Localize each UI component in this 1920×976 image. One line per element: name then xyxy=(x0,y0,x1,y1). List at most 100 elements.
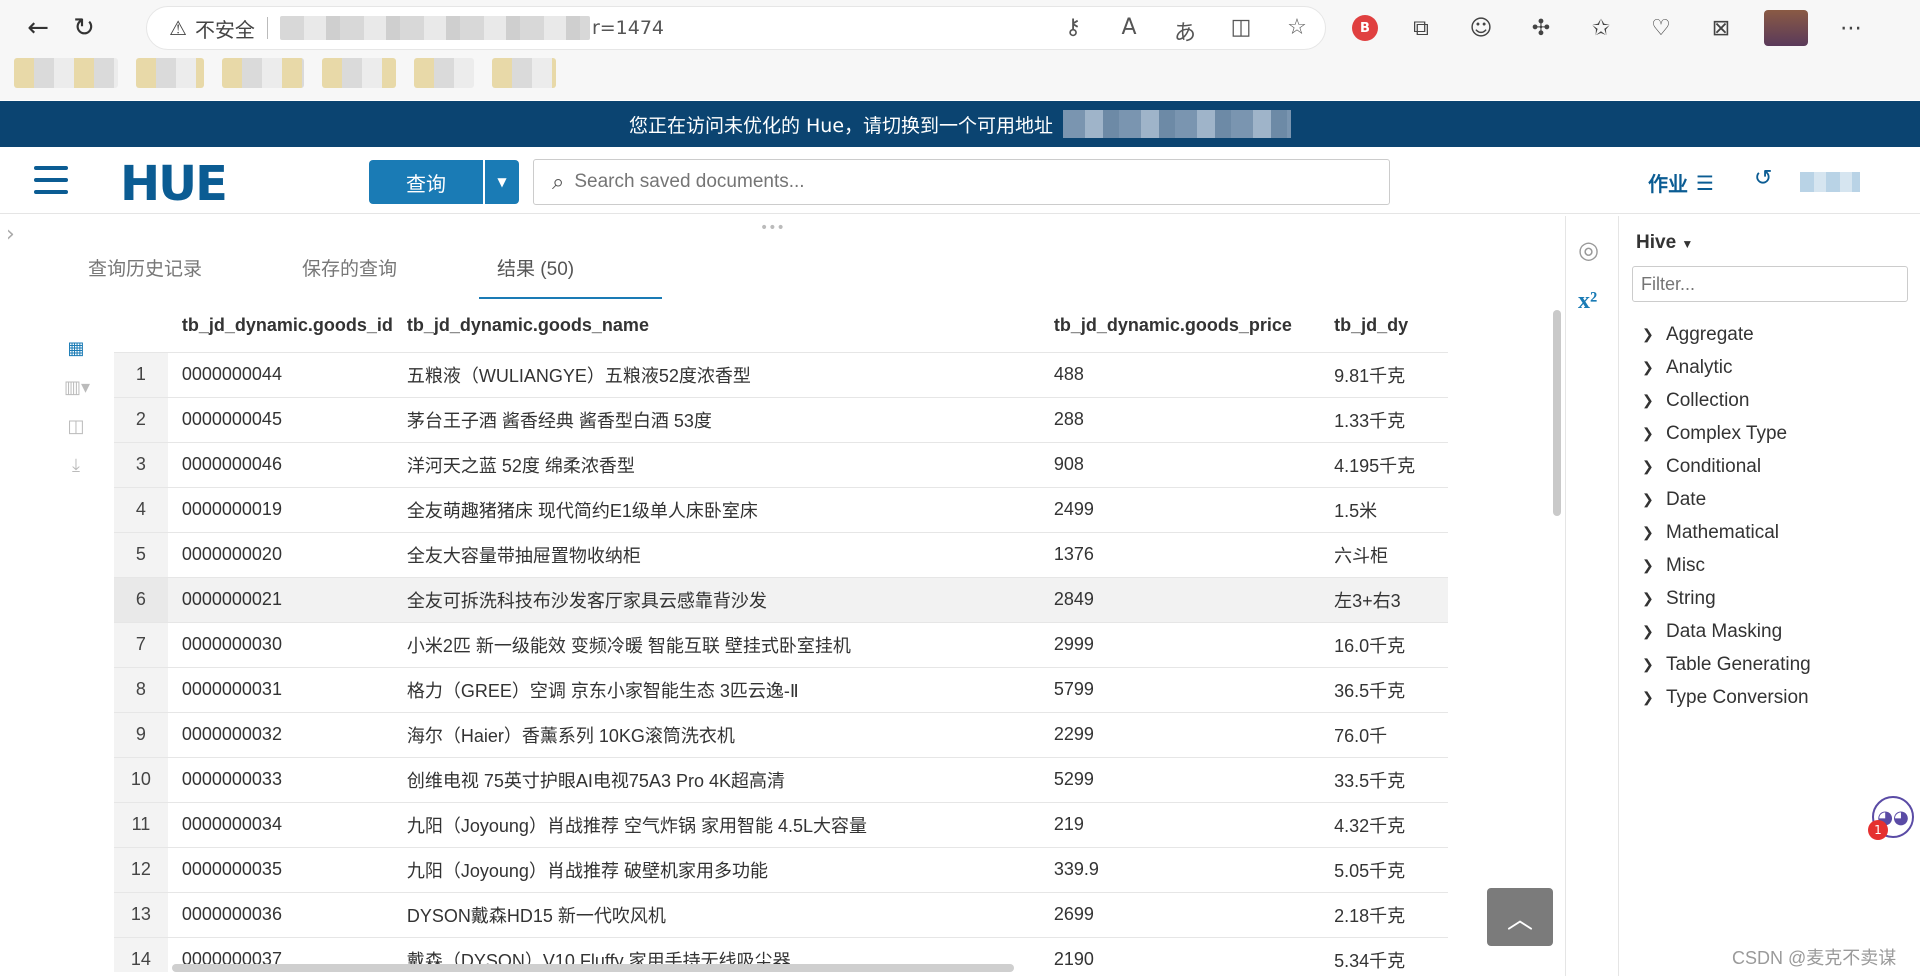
tab-saved-queries[interactable]: 保存的查询 xyxy=(284,240,415,299)
bookmarks-bar xyxy=(14,58,556,88)
tab-results[interactable]: 结果 (50) xyxy=(479,240,663,299)
jobs-button[interactable]: 作业 ☰ xyxy=(1648,168,1714,197)
profile-avatar[interactable] xyxy=(1764,10,1808,46)
function-category-item[interactable]: ❯ Analytic xyxy=(1642,351,1811,384)
function-category-item[interactable]: ❯ Data Masking xyxy=(1642,615,1811,648)
extensions-puzzle-icon[interactable]: ✣ xyxy=(1524,11,1558,45)
tab-query-history[interactable]: 查询历史记录 xyxy=(70,240,220,299)
column-header-goods-price[interactable]: tb_jd_dynamic.goods_price xyxy=(1040,300,1320,352)
table-row[interactable]: 6 0000000021 全友可拆洗科技布沙发客厅家具云感靠背沙发 2849 左3+右3 xyxy=(114,576,1448,622)
bookmark-item[interactable] xyxy=(322,58,396,88)
function-category-item[interactable]: ❯ Date xyxy=(1642,483,1811,516)
health-icon[interactable]: ♡ xyxy=(1644,11,1678,45)
table-row[interactable]: 9 0000000032 海尔（Haier）香薰系列 10KG滚筒洗衣机 2299 76… xyxy=(114,711,1448,757)
math-solver-icon[interactable]: ⊠ xyxy=(1704,11,1738,45)
chart-view-icon[interactable]: ▥▾ xyxy=(64,377,90,398)
table-row[interactable]: 13 0000000036 DYSON戴森HD15 新一代吹风机 2699 2.18千克 xyxy=(114,891,1448,937)
table-row[interactable]: 11 0000000034 九阳（Joyoung）肖战推荐 空气炸锅 家用智能 4.… xyxy=(114,801,1448,847)
bookmark-item[interactable] xyxy=(414,58,474,88)
goods-price-cell: 2849 xyxy=(1039,576,1321,622)
compass-icon[interactable]: ◎ xyxy=(1578,236,1599,264)
function-category-item[interactable]: ❯ Type Conversion xyxy=(1642,681,1811,714)
goods-price-cell: 2999 xyxy=(1039,621,1321,667)
goods-id-cell: 0000000035 xyxy=(167,846,393,892)
function-category-list: ❯ Aggregate ❯ Analytic ❯ Collection ❯ Complex T… xyxy=(1642,318,1811,714)
address-bar[interactable]: ⚠ 不安全 r=1474 ⚷ A あ ◫ ☆ xyxy=(146,6,1326,50)
left-panel-toggle-icon[interactable]: › xyxy=(6,222,15,247)
key-icon[interactable]: ⚷ xyxy=(1059,15,1087,47)
scroll-to-top-button[interactable]: ︿ xyxy=(1487,888,1553,946)
function-category-item[interactable]: ❯ Aggregate xyxy=(1642,318,1811,351)
goods-name-cell: 全友大容量带抽屉置物收纳柜 xyxy=(392,531,1040,577)
query-button[interactable]: 查询 xyxy=(369,160,483,204)
extension-face-icon[interactable]: ☺ xyxy=(1464,11,1498,45)
table-row[interactable]: 3 0000000046 洋河天之蓝 52度 绵柔浓香型 908 4.195千克 xyxy=(114,441,1448,487)
column-header-goods-name[interactable]: tb_jd_dynamic.goods_name xyxy=(393,300,1040,352)
function-category-label: Complex Type xyxy=(1666,422,1788,444)
bookmark-item[interactable] xyxy=(222,58,304,88)
function-category-item[interactable]: ❯ Table Generating xyxy=(1642,648,1811,681)
extension-red-icon[interactable]: B xyxy=(1352,15,1378,41)
table-row[interactable]: 5 0000000020 全友大容量带抽屉置物收纳柜 1376 六斗柜 xyxy=(114,531,1448,577)
grid-view-icon[interactable]: ▦ xyxy=(64,338,88,359)
bookmark-item[interactable] xyxy=(492,58,556,88)
goods-id-cell: 0000000021 xyxy=(167,576,393,622)
collections-icon[interactable]: ⧉ xyxy=(1404,11,1438,45)
truncated-cell: 5.34千克 xyxy=(1320,936,1448,972)
row-index: 11 xyxy=(114,801,168,847)
goods-price-cell: 908 xyxy=(1039,441,1321,487)
more-menu-icon[interactable]: ⋯ xyxy=(1834,11,1868,45)
favorites-icon[interactable]: ✩ xyxy=(1584,11,1618,45)
goods-id-cell: 0000000044 xyxy=(167,351,393,397)
column-header-goods-id[interactable]: tb_jd_dynamic.goods_id xyxy=(168,300,393,352)
row-index: 14 xyxy=(114,936,168,972)
column-header-truncated[interactable]: tb_jd_dy xyxy=(1320,300,1448,352)
translate-icon[interactable]: あ xyxy=(1171,15,1199,47)
hamburger-menu-icon[interactable] xyxy=(34,166,68,194)
refresh-icon[interactable]: ↻ xyxy=(66,10,102,46)
table-row[interactable]: 4 0000000019 全友萌趣猪猪床 现代简约E1级单人床卧室床 2499 1.5米 xyxy=(114,486,1448,532)
table-row[interactable]: 7 0000000030 小米2匹 新一级能效 变频冷暖 智能互联 壁挂式卧室挂机 2… xyxy=(114,621,1448,667)
read-aloud-icon[interactable]: A xyxy=(1115,15,1143,47)
resize-handle[interactable]: ••• xyxy=(760,220,785,236)
divider xyxy=(266,17,268,39)
goods-id-cell: 0000000031 xyxy=(167,666,393,712)
bookmark-item[interactable] xyxy=(136,58,204,88)
table-row[interactable]: 8 0000000031 格力（GREE）空调 京东小家智能生态 3匹云逸-Ⅱ 579… xyxy=(114,666,1448,712)
functions-icon[interactable]: x² xyxy=(1578,288,1597,315)
truncated-cell: 76.0千 xyxy=(1320,711,1448,757)
function-category-item[interactable]: ❯ Conditional xyxy=(1642,450,1811,483)
search-box[interactable]: ⌕ xyxy=(533,159,1390,205)
vertical-scrollbar[interactable] xyxy=(1553,310,1561,516)
user-menu[interactable] xyxy=(1800,172,1860,192)
horizontal-scrollbar[interactable] xyxy=(172,964,1014,972)
table-row[interactable]: 1 0000000044 五粮液（WULIANGYE）五粮液52度浓香型 488 9.8… xyxy=(114,351,1448,397)
table-row[interactable]: 10 0000000033 创维电视 75英寸护眼AI电视75A3 Pro 4K超高… xyxy=(114,756,1448,802)
goods-id-cell: 0000000030 xyxy=(167,621,393,667)
table-row[interactable]: 12 0000000035 九阳（Joyoung）肖战推荐 破壁机家用多功能 339.… xyxy=(114,846,1448,892)
split-screen-icon[interactable]: ◫ xyxy=(1227,15,1255,47)
function-category-item[interactable]: ❯ Misc xyxy=(1642,549,1811,582)
truncated-cell: 5.05千克 xyxy=(1320,846,1448,892)
columns-icon[interactable]: ◫ xyxy=(64,416,88,437)
chevron-right-icon: ❯ xyxy=(1642,392,1654,408)
blurred-address[interactable] xyxy=(1063,110,1292,138)
truncated-cell: 4.32千克 xyxy=(1320,801,1448,847)
history-icon[interactable]: ↺ xyxy=(1754,166,1772,191)
engine-selector[interactable]: Hive ▼ xyxy=(1636,232,1693,254)
goods-name-cell: 洋河天之蓝 52度 绵柔浓香型 xyxy=(392,441,1040,487)
search-input[interactable] xyxy=(574,171,1355,193)
function-category-item[interactable]: ❯ Complex Type xyxy=(1642,417,1811,450)
caret-down-icon[interactable]: ▼ xyxy=(485,160,519,204)
table-row[interactable]: 2 0000000045 茅台王子酒 酱香经典 酱香型白酒 53度 288 1.33千克 xyxy=(114,396,1448,442)
function-category-item[interactable]: ❯ String xyxy=(1642,582,1811,615)
download-icon[interactable]: ⤓ xyxy=(64,455,88,476)
hue-header: HUE 查询 ▼ ⌕ 作业 ☰ ↺ xyxy=(0,148,1920,214)
back-icon[interactable]: ← xyxy=(20,10,56,46)
favorite-star-icon[interactable]: ☆ xyxy=(1283,15,1311,47)
bookmark-item[interactable] xyxy=(14,58,118,88)
function-category-item[interactable]: ❯ Collection xyxy=(1642,384,1811,417)
function-category-item[interactable]: ❯ Mathematical xyxy=(1642,516,1811,549)
hue-logo[interactable]: HUE xyxy=(120,156,228,212)
function-filter-input[interactable] xyxy=(1632,266,1908,302)
